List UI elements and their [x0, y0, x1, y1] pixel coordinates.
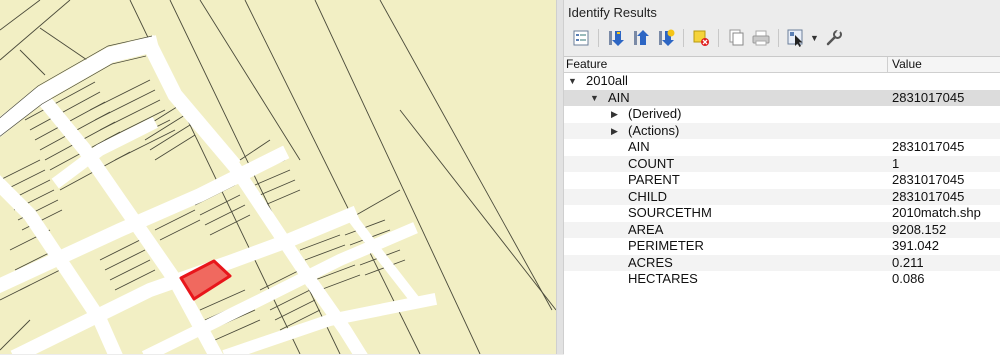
attribute-value: 9208.152 [892, 221, 947, 237]
copy-feature-icon[interactable] [725, 27, 747, 49]
attribute-row[interactable]: AREA 9208.152 [564, 221, 1000, 238]
attribute-value: 2010match.shp [892, 205, 981, 220]
chevron-right-icon[interactable]: ▶ [611, 123, 618, 140]
attribute-name: ACRES [628, 254, 673, 270]
map-canvas[interactable] [0, 0, 556, 354]
chevron-down-icon[interactable]: ▼ [590, 90, 599, 107]
expand-tree-icon[interactable] [605, 27, 627, 49]
feature-value: 2831017045 [892, 89, 965, 105]
results-tree-table[interactable]: Feature Value ▼ 2010all ▼ AIN 2831017045… [564, 56, 1000, 355]
toolbar-separator [598, 29, 599, 47]
tree-row-derived[interactable]: ▶ (Derived) [564, 106, 1000, 123]
identify-toolbar: ▼ [570, 25, 848, 51]
chevron-down-icon[interactable]: ▼ [568, 73, 577, 90]
column-header-value[interactable]: Value [888, 57, 1000, 72]
attribute-name: AIN [628, 139, 650, 154]
settings-icon[interactable] [823, 27, 845, 49]
form-view-icon[interactable] [570, 27, 592, 49]
attribute-row[interactable]: SOURCETHM 2010match.shp [564, 205, 1000, 222]
column-header-feature[interactable]: Feature [564, 57, 888, 72]
tree-row-feature[interactable]: ▼ AIN 2831017045 [564, 89, 1000, 107]
tree-row-layer[interactable]: ▼ 2010all [564, 73, 1000, 90]
layer-name: 2010all [586, 73, 628, 88]
attribute-row[interactable]: ACRES 0.211 [564, 254, 1000, 271]
tree-row-actions[interactable]: ▶ (Actions) [564, 122, 1000, 140]
attribute-name: PERIMETER [628, 238, 704, 253]
attribute-row[interactable]: CHILD 2831017045 [564, 188, 1000, 205]
attribute-value: 2831017045 [892, 188, 965, 204]
attribute-row[interactable]: PERIMETER 391.042 [564, 238, 1000, 255]
identify-mode-icon[interactable] [785, 27, 807, 49]
attribute-row[interactable]: AIN 2831017045 [564, 139, 1000, 156]
panel-title: Identify Results [568, 5, 657, 20]
table-header: Feature Value [564, 57, 1000, 73]
attribute-value: 0.211 [892, 254, 924, 270]
expand-new-icon[interactable] [655, 27, 677, 49]
parcel-map[interactable] [0, 0, 556, 354]
attribute-row[interactable]: HECTARES 0.086 [564, 271, 1000, 288]
collapse-tree-icon[interactable] [630, 27, 652, 49]
toolbar-separator [683, 29, 684, 47]
feature-name: AIN [608, 89, 630, 105]
attribute-value: 391.042 [892, 238, 939, 253]
group-label: (Derived) [628, 106, 682, 121]
attribute-name: PARENT [628, 172, 680, 187]
toolbar-separator [718, 29, 719, 47]
attribute-value: 2831017045 [892, 172, 965, 187]
attribute-name: HECTARES [628, 271, 698, 286]
attribute-name: SOURCETHM [628, 205, 712, 220]
attribute-row[interactable]: PARENT 2831017045 [564, 172, 1000, 189]
chevron-right-icon[interactable]: ▶ [611, 106, 618, 123]
attribute-value: 0.086 [892, 271, 925, 286]
chevron-down-icon[interactable]: ▼ [810, 33, 819, 43]
attribute-value: 1 [892, 155, 900, 171]
attribute-value: 2831017045 [892, 139, 965, 154]
toolbar-separator [778, 29, 779, 47]
panel-splitter[interactable] [556, 0, 564, 354]
group-label: (Actions) [628, 122, 680, 138]
print-icon[interactable] [750, 27, 772, 49]
attribute-name: CHILD [628, 188, 668, 204]
attribute-name: AREA [628, 221, 664, 237]
attribute-name: COUNT [628, 155, 675, 171]
identify-results-panel: Identify Results ▼ Feature Value ▼ 2010a… [564, 0, 1000, 355]
clear-results-icon[interactable] [690, 27, 712, 49]
attribute-row[interactable]: COUNT 1 [564, 155, 1000, 172]
